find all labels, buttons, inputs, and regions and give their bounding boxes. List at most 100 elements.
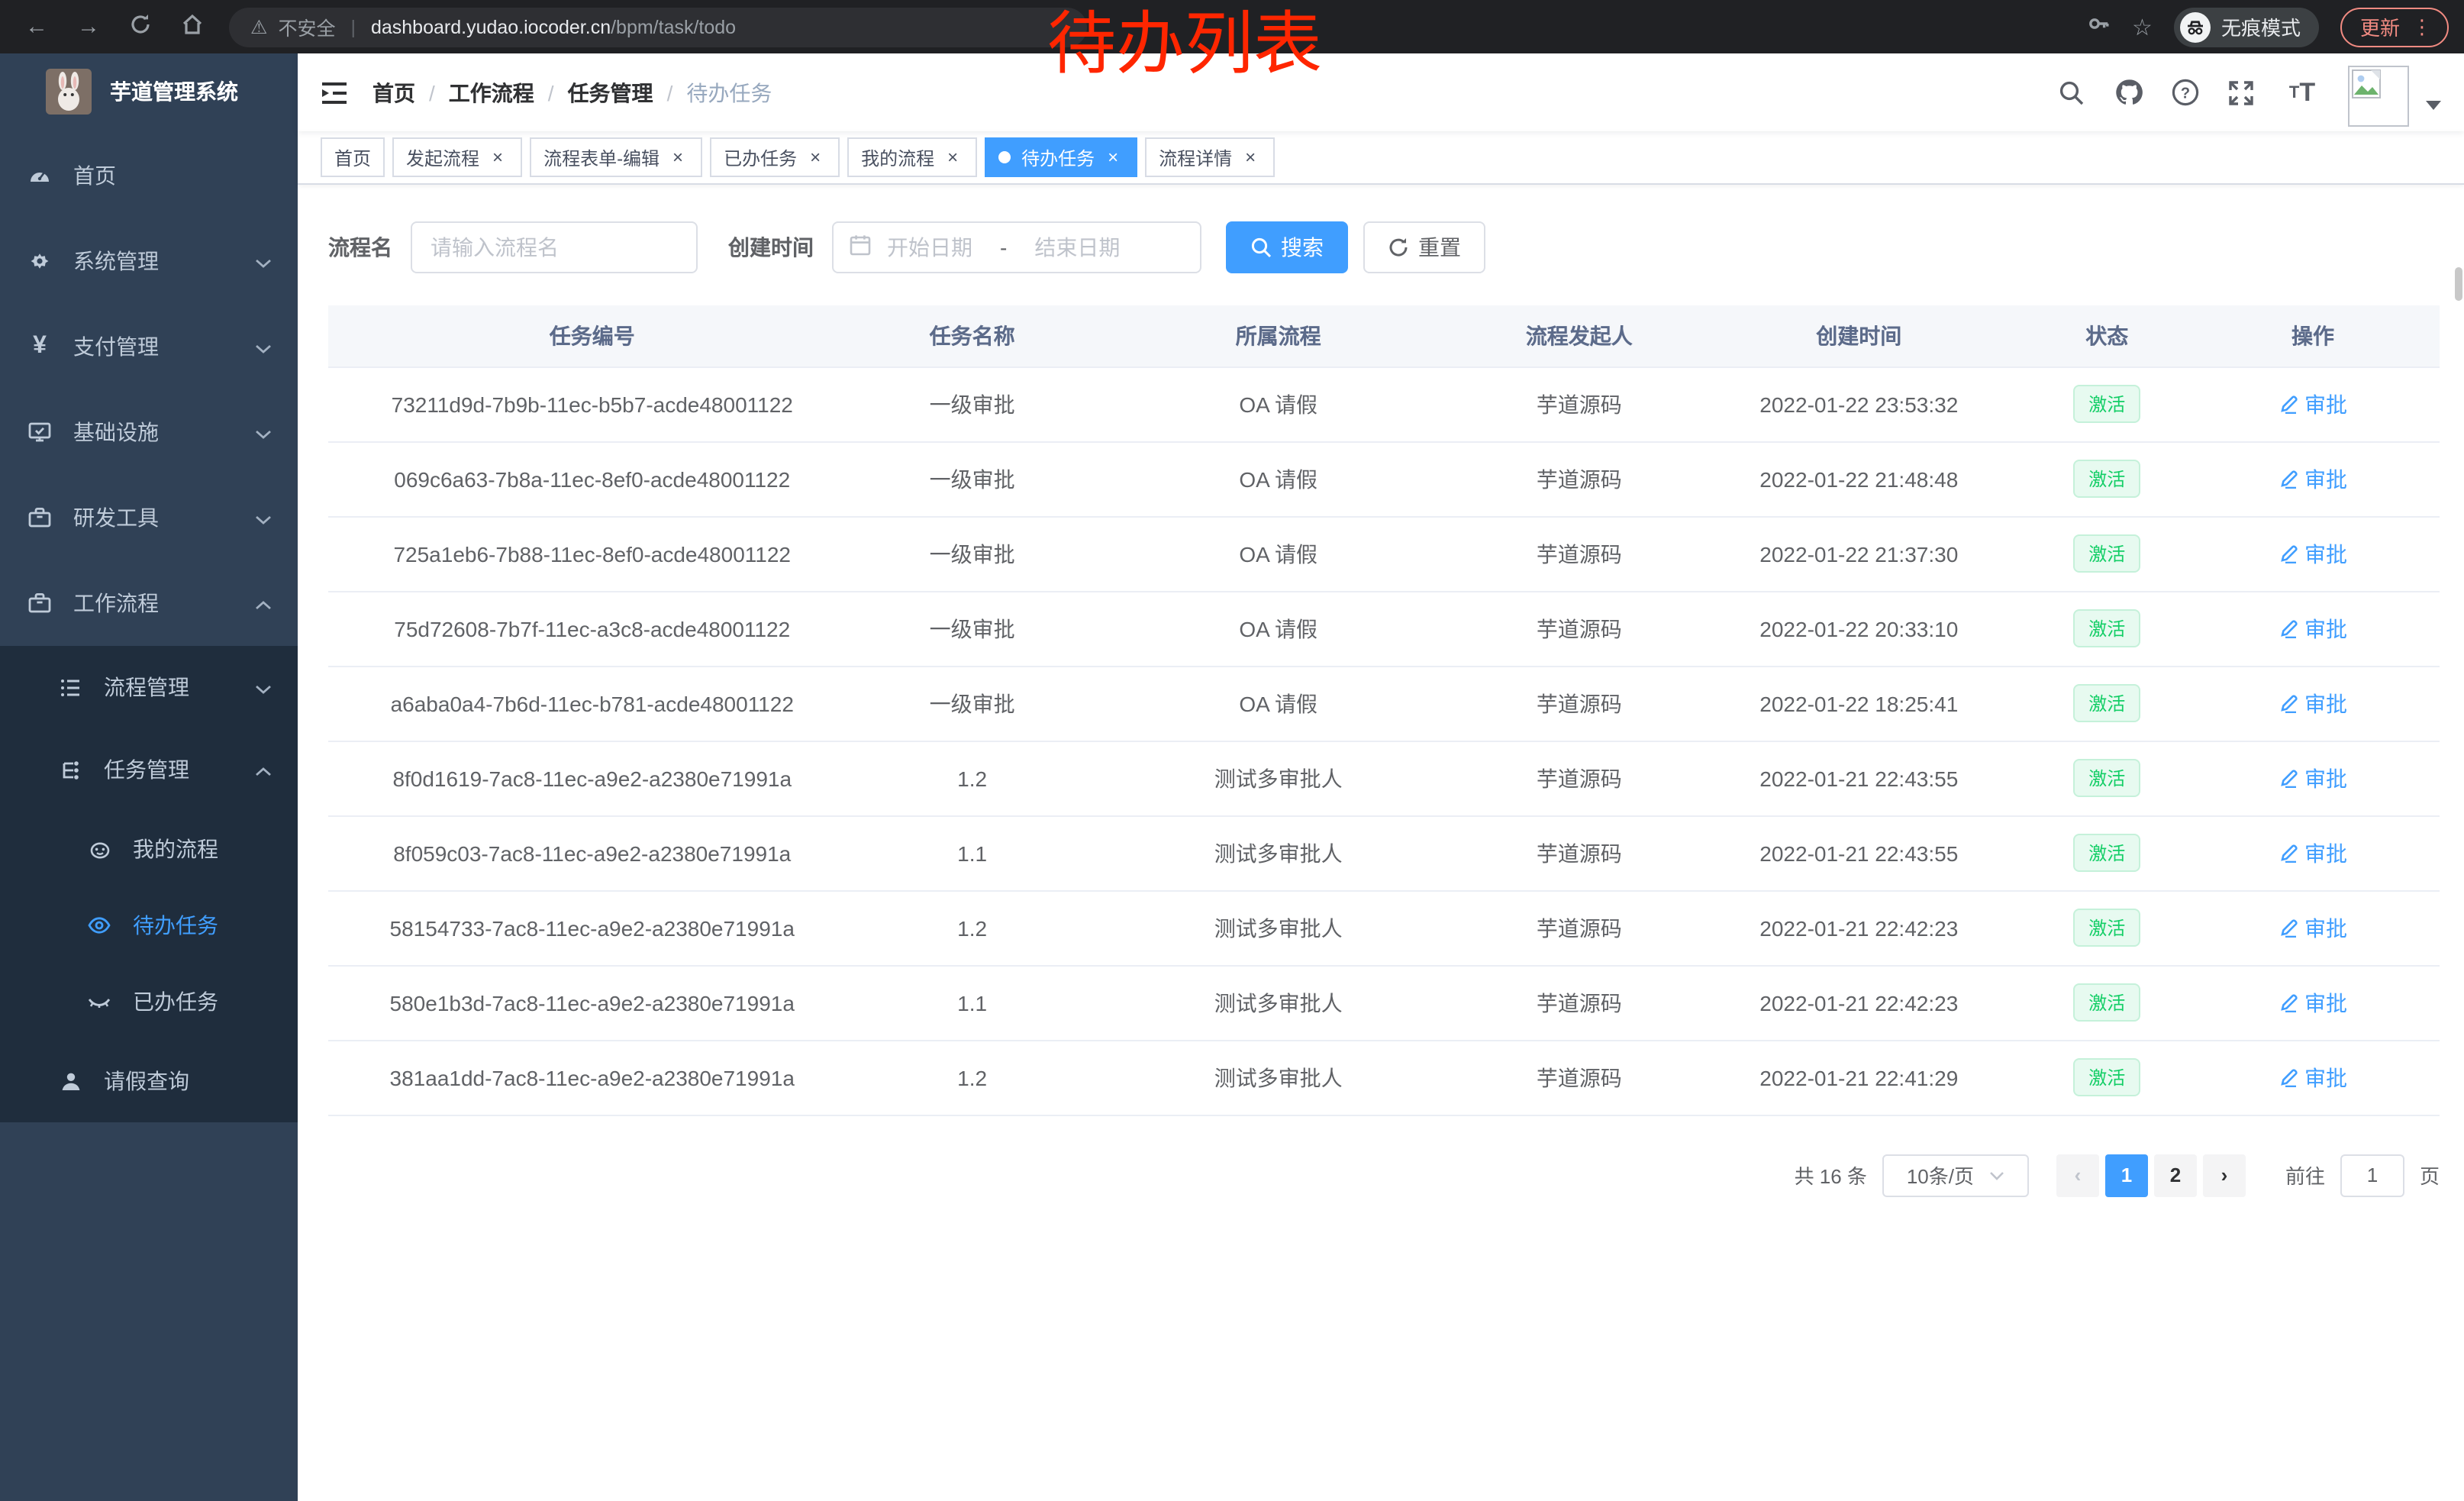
back-icon[interactable]: ← bbox=[21, 14, 52, 40]
sidebar-item-label: 支付管理 bbox=[73, 331, 159, 362]
reload-icon[interactable] bbox=[125, 11, 156, 42]
tab-my-process[interactable]: 我的流程 × bbox=[847, 137, 977, 177]
cell-task-name: 一级审批 bbox=[856, 366, 1088, 441]
sidebar-item-devtools[interactable]: 研发工具 bbox=[0, 475, 298, 560]
col-task-name: 任务名称 bbox=[856, 305, 1088, 366]
tab-process-detail[interactable]: 流程详情 × bbox=[1145, 137, 1275, 177]
approve-link[interactable]: 审批 bbox=[2279, 613, 2347, 644]
fullscreen-icon[interactable] bbox=[2226, 77, 2256, 108]
next-page-button[interactable]: › bbox=[2203, 1154, 2246, 1196]
avatar[interactable] bbox=[2348, 65, 2409, 126]
task-table: 任务编号 任务名称 所属流程 流程发起人 创建时间 状态 操作 73211d9d… bbox=[328, 305, 2440, 1115]
cell-task-id: 75d72608-7b7f-11ec-a3c8-acde48001122 bbox=[328, 591, 856, 666]
dashboard-icon bbox=[27, 163, 52, 188]
page-size-select[interactable]: 10条/页 bbox=[1882, 1154, 2029, 1196]
search-icon[interactable] bbox=[2056, 77, 2087, 108]
process-name-input[interactable]: 请输入流程名 bbox=[411, 221, 698, 273]
approve-label: 审批 bbox=[2304, 912, 2347, 943]
pager: ‹ 1 2 › bbox=[2053, 1154, 2249, 1196]
cell-task-name: 1.2 bbox=[856, 741, 1088, 815]
tab-process-form-edit[interactable]: 流程表单-编辑 × bbox=[530, 137, 702, 177]
browser-menu-icon[interactable]: ⋮ bbox=[2412, 15, 2432, 39]
sidebar-item-label: 工作流程 bbox=[73, 588, 159, 618]
approve-link[interactable]: 审批 bbox=[2279, 463, 2347, 494]
page-unit-label: 页 bbox=[2420, 1160, 2440, 1190]
tab-done-tasks[interactable]: 已办任务 × bbox=[710, 137, 840, 177]
sidebar-item-home[interactable]: 首页 bbox=[0, 133, 298, 218]
approve-link[interactable]: 审批 bbox=[2279, 912, 2347, 943]
tab-todo-tasks[interactable]: 待办任务 × bbox=[985, 137, 1137, 177]
key-icon[interactable] bbox=[2085, 10, 2111, 44]
cell-create-time: 2022-01-22 21:37:30 bbox=[1690, 516, 2028, 591]
sidebar-item-leave-query[interactable]: 请假查询 bbox=[0, 1040, 298, 1122]
date-range-picker[interactable]: 开始日期 - 结束日期 bbox=[832, 221, 1201, 273]
bookmark-star-icon[interactable]: ☆ bbox=[2132, 13, 2153, 40]
breadcrumb-item[interactable]: 任务管理 bbox=[568, 77, 653, 108]
url-host: dashboard.yudao.iocoder.cn bbox=[371, 16, 611, 37]
yen-icon: ¥ bbox=[27, 334, 52, 359]
sidebar-item-infra[interactable]: 基础设施 bbox=[0, 389, 298, 475]
sidebar-item-process-mgmt[interactable]: 流程管理 bbox=[0, 646, 298, 728]
tab-home[interactable]: 首页 bbox=[321, 137, 385, 177]
approve-link[interactable]: 审批 bbox=[2279, 688, 2347, 718]
approve-link[interactable]: 审批 bbox=[2279, 763, 2347, 793]
forward-icon[interactable]: → bbox=[73, 14, 104, 40]
incognito-badge: 无痕模式 bbox=[2174, 7, 2319, 47]
avatar-caret-icon[interactable] bbox=[2426, 89, 2441, 117]
close-icon[interactable]: × bbox=[1102, 147, 1124, 168]
help-icon[interactable]: ? bbox=[2169, 77, 2200, 108]
status-badge: 激活 bbox=[2073, 684, 2140, 722]
sidebar-item-payment[interactable]: ¥ 支付管理 bbox=[0, 304, 298, 389]
reset-button[interactable]: 重置 bbox=[1363, 221, 1485, 273]
status-badge: 激活 bbox=[2073, 609, 2140, 647]
cell-create-time: 2022-01-22 18:25:41 bbox=[1690, 666, 2028, 741]
font-size-small-t: T bbox=[2289, 83, 2299, 102]
cell-process: OA 请假 bbox=[1088, 441, 1469, 516]
approve-link[interactable]: 审批 bbox=[2279, 1062, 2347, 1093]
close-icon[interactable]: × bbox=[1240, 147, 1261, 168]
sidebar-item-task-mgmt[interactable]: 任务管理 bbox=[0, 728, 298, 811]
close-icon[interactable]: × bbox=[942, 147, 963, 168]
close-icon[interactable]: × bbox=[487, 147, 508, 168]
breadcrumb-item[interactable]: 工作流程 bbox=[449, 77, 534, 108]
sidebar-item-system[interactable]: 系统管理 bbox=[0, 218, 298, 304]
navbar: 首页 / 工作流程 / 任务管理 / 待办任务 ? bbox=[298, 53, 2464, 131]
goto-page-input[interactable]: 1 bbox=[2340, 1154, 2404, 1196]
input-placeholder: 请输入流程名 bbox=[431, 231, 559, 262]
search-button[interactable]: 搜索 bbox=[1226, 221, 1348, 273]
sidebar-item-my-process[interactable]: 我的流程 bbox=[0, 811, 298, 887]
approve-link[interactable]: 审批 bbox=[2279, 389, 2347, 419]
browser-right-controls: ☆ 无痕模式 更新 ⋮ bbox=[2085, 0, 2449, 53]
sidebar-item-todo-tasks[interactable]: 待办任务 bbox=[0, 887, 298, 964]
breadcrumb-item[interactable]: 首页 bbox=[373, 77, 415, 108]
toolbox-icon bbox=[27, 591, 52, 615]
browser-update-button[interactable]: 更新 ⋮ bbox=[2340, 7, 2449, 47]
app-logo[interactable]: 芋道管理系统 bbox=[0, 53, 298, 130]
status-badge: 激活 bbox=[2073, 759, 2140, 797]
font-size-big-t: T bbox=[2299, 77, 2315, 108]
sidebar-item-workflow[interactable]: 工作流程 bbox=[0, 560, 298, 646]
prev-page-button[interactable]: ‹ bbox=[2056, 1154, 2099, 1196]
tab-start-process[interactable]: 发起流程 × bbox=[392, 137, 522, 177]
breadcrumb-separator: / bbox=[667, 80, 673, 105]
status-badge: 激活 bbox=[2073, 534, 2140, 573]
approve-link[interactable]: 审批 bbox=[2279, 538, 2347, 569]
approve-link[interactable]: 审批 bbox=[2279, 987, 2347, 1018]
home-icon[interactable] bbox=[177, 11, 208, 42]
status-badge: 激活 bbox=[2073, 1058, 2140, 1096]
end-date-placeholder: 结束日期 bbox=[1034, 231, 1120, 262]
scrollbar-thumb[interactable] bbox=[2455, 267, 2462, 301]
page-button-1[interactable]: 1 bbox=[2105, 1154, 2148, 1196]
approve-link[interactable]: 审批 bbox=[2279, 838, 2347, 868]
address-bar[interactable]: ⚠ 不安全 | dashboard.yudao.iocoder.cn/bpm/t… bbox=[229, 7, 1087, 47]
close-icon[interactable]: × bbox=[667, 147, 689, 168]
font-size-icon[interactable]: TT bbox=[2282, 77, 2322, 108]
sidebar-collapse-icon[interactable] bbox=[321, 80, 348, 105]
close-icon[interactable]: × bbox=[805, 147, 826, 168]
sidebar-item-done-tasks[interactable]: 已办任务 bbox=[0, 964, 298, 1040]
chevron-down-icon bbox=[255, 420, 272, 444]
page-button-2[interactable]: 2 bbox=[2154, 1154, 2197, 1196]
approve-label: 审批 bbox=[2304, 688, 2347, 718]
cell-initiator: 芋道源码 bbox=[1469, 965, 1690, 1040]
github-icon[interactable] bbox=[2113, 77, 2143, 108]
